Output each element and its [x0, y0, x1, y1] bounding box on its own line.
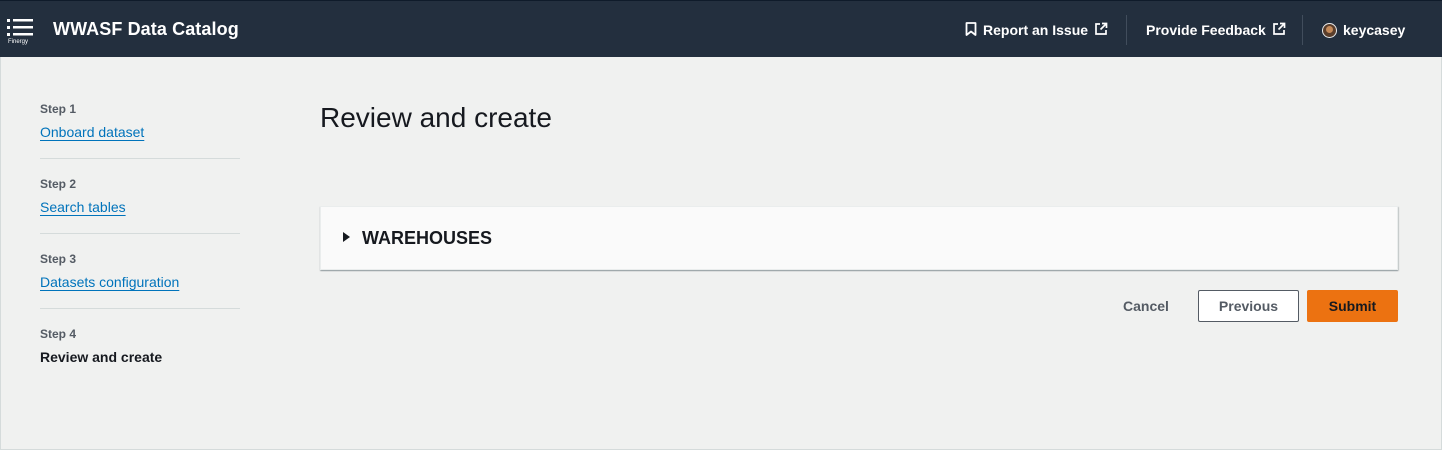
step-number: Step 1: [40, 102, 77, 116]
step-link-search-tables[interactable]: Search tables: [40, 199, 126, 215]
step-1: Step 1 Onboard dataset: [40, 100, 240, 175]
submit-button[interactable]: Submit: [1307, 290, 1398, 322]
cancel-button[interactable]: Cancel: [1110, 290, 1182, 322]
username: keycasey: [1343, 22, 1406, 38]
provide-feedback-label: Provide Feedback: [1146, 22, 1266, 38]
nav-divider: [1302, 15, 1303, 45]
menu-sub-label: Finergy: [8, 39, 29, 45]
avatar: [1322, 22, 1337, 38]
external-link-icon: [1094, 22, 1108, 39]
report-issue-label: Report an Issue: [983, 22, 1089, 38]
external-link-icon: [1272, 22, 1286, 39]
nav-divider: [1126, 15, 1127, 45]
step-2: Step 2 Search tables: [40, 175, 240, 250]
step-link-datasets-configuration[interactable]: Datasets configuration: [40, 274, 179, 290]
step-3: Step 3 Datasets configuration: [40, 250, 240, 325]
step-current-review-and-create: Review and create: [40, 349, 163, 365]
caret-right-icon: [343, 232, 350, 242]
step-divider: [40, 158, 240, 159]
bookmark-icon: [965, 21, 977, 39]
app-title[interactable]: WWASF Data Catalog: [53, 19, 239, 40]
user-menu[interactable]: keycasey: [1322, 20, 1405, 40]
provide-feedback-link[interactable]: Provide Feedback: [1146, 20, 1286, 40]
top-navigation: Finergy WWASF Data Catalog Report an Iss…: [0, 0, 1442, 57]
step-divider: [40, 233, 240, 234]
step-divider: [40, 308, 240, 309]
step-number: Step 2: [40, 177, 77, 191]
report-issue-link[interactable]: Report an Issue: [965, 20, 1108, 40]
step-number: Step 4: [40, 327, 77, 341]
step-link-onboard-dataset[interactable]: Onboard dataset: [40, 124, 144, 140]
warehouses-expandable-section[interactable]: WAREHOUSES: [320, 206, 1398, 270]
step-number: Step 3: [40, 252, 77, 266]
section-title: WAREHOUSES: [362, 228, 493, 248]
page-title: Review and create: [320, 102, 552, 133]
wizard-steps: Step 1 Onboard dataset Step 2 Search tab…: [40, 100, 240, 400]
previous-button[interactable]: Previous: [1198, 290, 1299, 322]
